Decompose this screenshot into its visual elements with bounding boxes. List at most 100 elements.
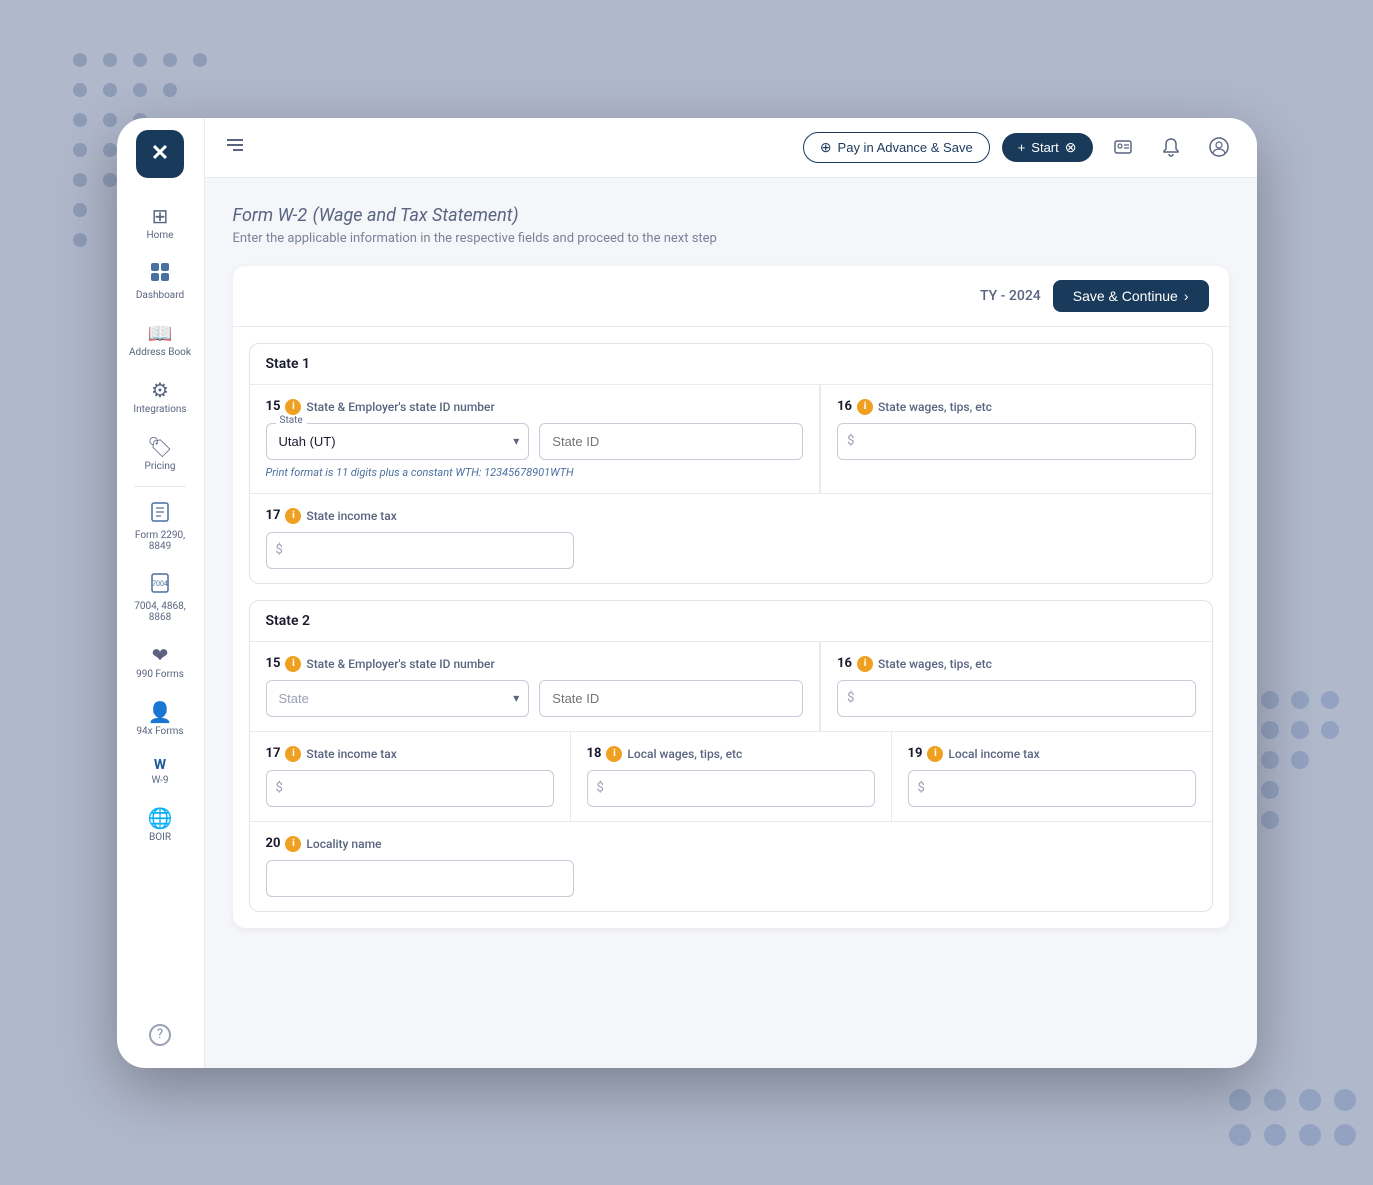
sidebar-item-94x-label: 94x Forms xyxy=(136,726,183,737)
notifications-button[interactable] xyxy=(1153,129,1189,165)
state1-field15-info-icon[interactable]: i xyxy=(285,399,301,415)
state1-field17-input[interactable] xyxy=(266,532,574,569)
w9-icon: W xyxy=(154,757,166,773)
state2-field19-text: Local income tax xyxy=(948,747,1039,761)
state1-print-format-note: Print format is 11 digits plus a constan… xyxy=(266,466,804,479)
menu-icon[interactable] xyxy=(225,137,245,158)
state2-field15-inputs: State Alabama (AL) Alaska (AK) Arizona (… xyxy=(266,680,804,717)
state2-field17-text: State income tax xyxy=(306,747,396,761)
state1-field16-info-icon[interactable]: i xyxy=(857,399,873,415)
state2-field15-cell: 15 i State & Employer's state ID number … xyxy=(250,642,821,731)
state2-field17-input[interactable] xyxy=(266,770,554,807)
form94x-icon: 👤 xyxy=(148,700,173,724)
form-title: Form W-2 xyxy=(233,205,308,226)
state2-field19-info-icon[interactable]: i xyxy=(927,746,943,762)
home-icon: ⊞ xyxy=(152,204,169,228)
state1-row-17: 17 i State income tax $ xyxy=(250,493,1212,583)
dashboard-icon xyxy=(149,261,171,288)
start-label: Start xyxy=(1031,140,1058,155)
state1-field16-input[interactable] xyxy=(837,423,1195,460)
state2-field18-num: 18 xyxy=(587,746,602,761)
sidebar-item-990-label: 990 Forms xyxy=(136,669,184,680)
sidebar-item-7004[interactable]: 7004 7004, 4868, 8868 xyxy=(120,564,200,631)
header: ⊕ Pay in Advance & Save + Start ⊗ xyxy=(205,118,1257,178)
state2-field19-input-wrap: $ xyxy=(908,770,1196,807)
sidebar-item-form2290-label: Form 2290, 8849 xyxy=(124,530,196,552)
state2-state-id-input[interactable] xyxy=(539,680,803,717)
sidebar-item-dashboard-label: Dashboard xyxy=(136,290,184,301)
state2-field19-dollar-icon: $ xyxy=(918,781,925,796)
state2-field16-dollar-icon: $ xyxy=(847,691,854,706)
state2-field20-num: 20 xyxy=(266,836,281,851)
state2-field20-info-icon[interactable]: i xyxy=(285,836,301,852)
state1-field17-dollar-icon: $ xyxy=(276,543,283,558)
state1-field17-text: State income tax xyxy=(306,509,396,523)
sidebar-item-form2290[interactable]: Form 2290, 8849 xyxy=(120,493,200,560)
state2-field18-label: 18 i Local wages, tips, etc xyxy=(587,746,875,762)
sidebar-divider-1 xyxy=(134,486,186,487)
sidebar-item-addressbook[interactable]: 📖 Address Book xyxy=(120,313,200,366)
start-plus-icon: + xyxy=(1018,140,1026,155)
sidebar-item-94x[interactable]: 👤 94x Forms xyxy=(120,692,200,745)
state2-field16-num: 16 xyxy=(837,656,852,671)
state1-state-id-wrap xyxy=(539,423,803,460)
state2-state-id-wrap xyxy=(539,680,803,717)
state2-field19-num: 19 xyxy=(908,746,923,761)
state2-field20-input[interactable] xyxy=(266,860,574,897)
state2-section: State 2 15 i State & Employer's state ID… xyxy=(249,600,1213,912)
sidebar-item-w9[interactable]: W W-9 xyxy=(120,749,200,794)
sidebar-item-home[interactable]: ⊞ Home xyxy=(120,196,200,249)
sidebar-item-w9-label: W-9 xyxy=(152,775,169,786)
state1-state-id-input[interactable] xyxy=(539,423,803,460)
state2-row-20: 20 i Locality name xyxy=(250,821,1212,911)
app-logo[interactable]: ✕ xyxy=(136,130,184,178)
form990-icon: ❤ xyxy=(152,643,169,667)
state1-field17-cell: 17 i State income tax $ xyxy=(250,494,590,583)
state2-field18-input[interactable] xyxy=(587,770,875,807)
sidebar-item-integrations[interactable]: ⚙ Integrations xyxy=(120,370,200,423)
state2-field15-label: 15 i State & Employer's state ID number xyxy=(266,656,804,672)
pay-advance-button[interactable]: ⊕ Pay in Advance & Save xyxy=(803,132,990,163)
state2-field16-input[interactable] xyxy=(837,680,1195,717)
state2-state-select[interactable]: State Alabama (AL) Alaska (AK) Arizona (… xyxy=(266,680,530,717)
state2-field20-label: 20 i Locality name xyxy=(266,836,574,852)
state1-field17-info-icon[interactable]: i xyxy=(285,508,301,524)
plus-circle-icon: ⊕ xyxy=(820,139,832,156)
sidebar-item-990[interactable]: ❤ 990 Forms xyxy=(120,635,200,688)
sidebar-item-pricing[interactable]: 🏷 Pricing xyxy=(120,427,200,480)
state2-field19-cell: 19 i Local income tax $ xyxy=(892,732,1212,821)
state2-field18-info-icon[interactable]: i xyxy=(606,746,622,762)
page-content: Form W-2 (Wage and Tax Statement) Enter … xyxy=(205,178,1257,1068)
state2-field16-label: 16 i State wages, tips, etc xyxy=(837,656,1195,672)
sidebar-item-addressbook-label: Address Book xyxy=(129,347,191,358)
contacts-button[interactable] xyxy=(1105,129,1141,165)
state2-field20-text: Locality name xyxy=(306,837,381,851)
start-button[interactable]: + Start ⊗ xyxy=(1002,133,1093,162)
state1-field16-num: 16 xyxy=(837,399,852,414)
state2-field16-input-wrap: $ xyxy=(837,680,1195,717)
state1-field16-dollar-icon: $ xyxy=(847,434,854,449)
state2-field16-info-icon[interactable]: i xyxy=(857,656,873,672)
sidebar-item-help[interactable]: ? xyxy=(120,1016,200,1054)
state2-field15-num: 15 xyxy=(266,656,281,671)
state1-field16-text: State wages, tips, etc xyxy=(878,400,992,414)
app-container: ✕ ⊞ Home Dashboard 📖 Address Book ⚙ Inte… xyxy=(117,118,1257,1068)
state2-state-select-wrap: State Alabama (AL) Alaska (AK) Arizona (… xyxy=(266,680,530,717)
state2-field17-info-icon[interactable]: i xyxy=(285,746,301,762)
state2-field17-cell: 17 i State income tax $ xyxy=(250,732,571,821)
state1-state-select-wrap: State Utah (UT) ▾ xyxy=(266,423,530,460)
state2-field17-dollar-icon: $ xyxy=(276,781,283,796)
sidebar-item-dashboard[interactable]: Dashboard xyxy=(120,253,200,309)
state1-state-select[interactable]: Utah (UT) xyxy=(266,423,530,460)
state2-field19-input[interactable] xyxy=(908,770,1196,807)
sidebar: ✕ ⊞ Home Dashboard 📖 Address Book ⚙ Inte… xyxy=(117,118,205,1068)
state1-field17-label: 17 i State income tax xyxy=(266,508,574,524)
boir-icon: 🌐 xyxy=(148,806,173,830)
state2-field15-info-icon[interactable]: i xyxy=(285,656,301,672)
sidebar-item-boir[interactable]: 🌐 BOIR xyxy=(120,798,200,851)
profile-button[interactable] xyxy=(1201,129,1237,165)
save-continue-button[interactable]: Save & Continue › xyxy=(1053,280,1209,312)
state2-row-15-16: 15 i State & Employer's state ID number … xyxy=(250,641,1212,731)
form-card: TY - 2024 Save & Continue › State 1 15 xyxy=(233,266,1229,928)
save-continue-arrow: › xyxy=(1184,288,1189,304)
